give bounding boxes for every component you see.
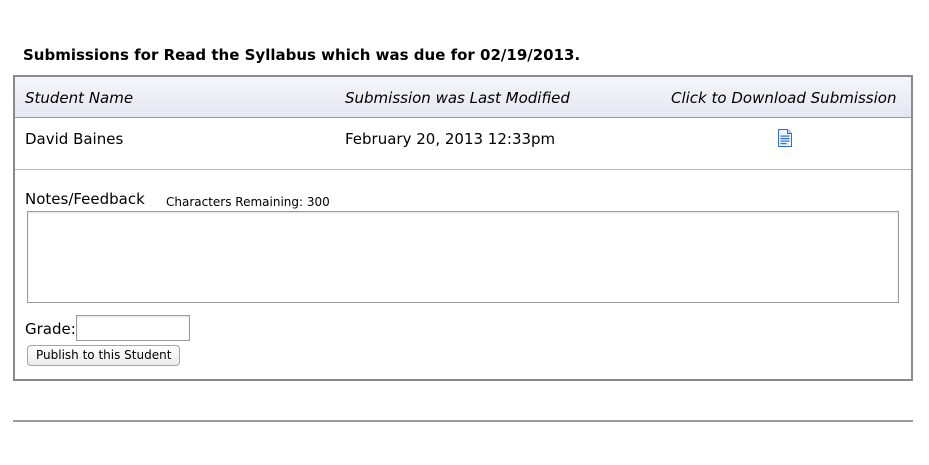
student-name-cell: David Baines: [25, 130, 124, 148]
publish-button[interactable]: Publish to this Student: [27, 345, 181, 366]
table-header: Student Name Submission was Last Modifie…: [15, 77, 911, 118]
divider: [13, 420, 913, 422]
page-title: Submissions for Read the Syllabus which …: [23, 46, 581, 64]
grade-input[interactable]: [76, 315, 190, 341]
submissions-panel: Student Name Submission was Last Modifie…: [13, 75, 913, 381]
grade-label: Grade:: [25, 320, 76, 338]
column-header-last-modified: Submission was Last Modified: [345, 89, 570, 107]
document-icon[interactable]: [777, 129, 793, 147]
characters-remaining: Characters Remaining: 300: [166, 195, 330, 209]
feedback-textarea[interactable]: [27, 211, 899, 303]
column-header-download: Click to Download Submission: [671, 89, 897, 107]
last-modified-cell: February 20, 2013 12:33pm: [345, 130, 556, 148]
notes-feedback-label: Notes/Feedback: [25, 190, 145, 208]
column-header-student-name: Student Name: [25, 89, 134, 107]
table-row: David Baines February 20, 2013 12:33pm: [15, 118, 911, 170]
document-icon-graphic: [778, 129, 792, 147]
